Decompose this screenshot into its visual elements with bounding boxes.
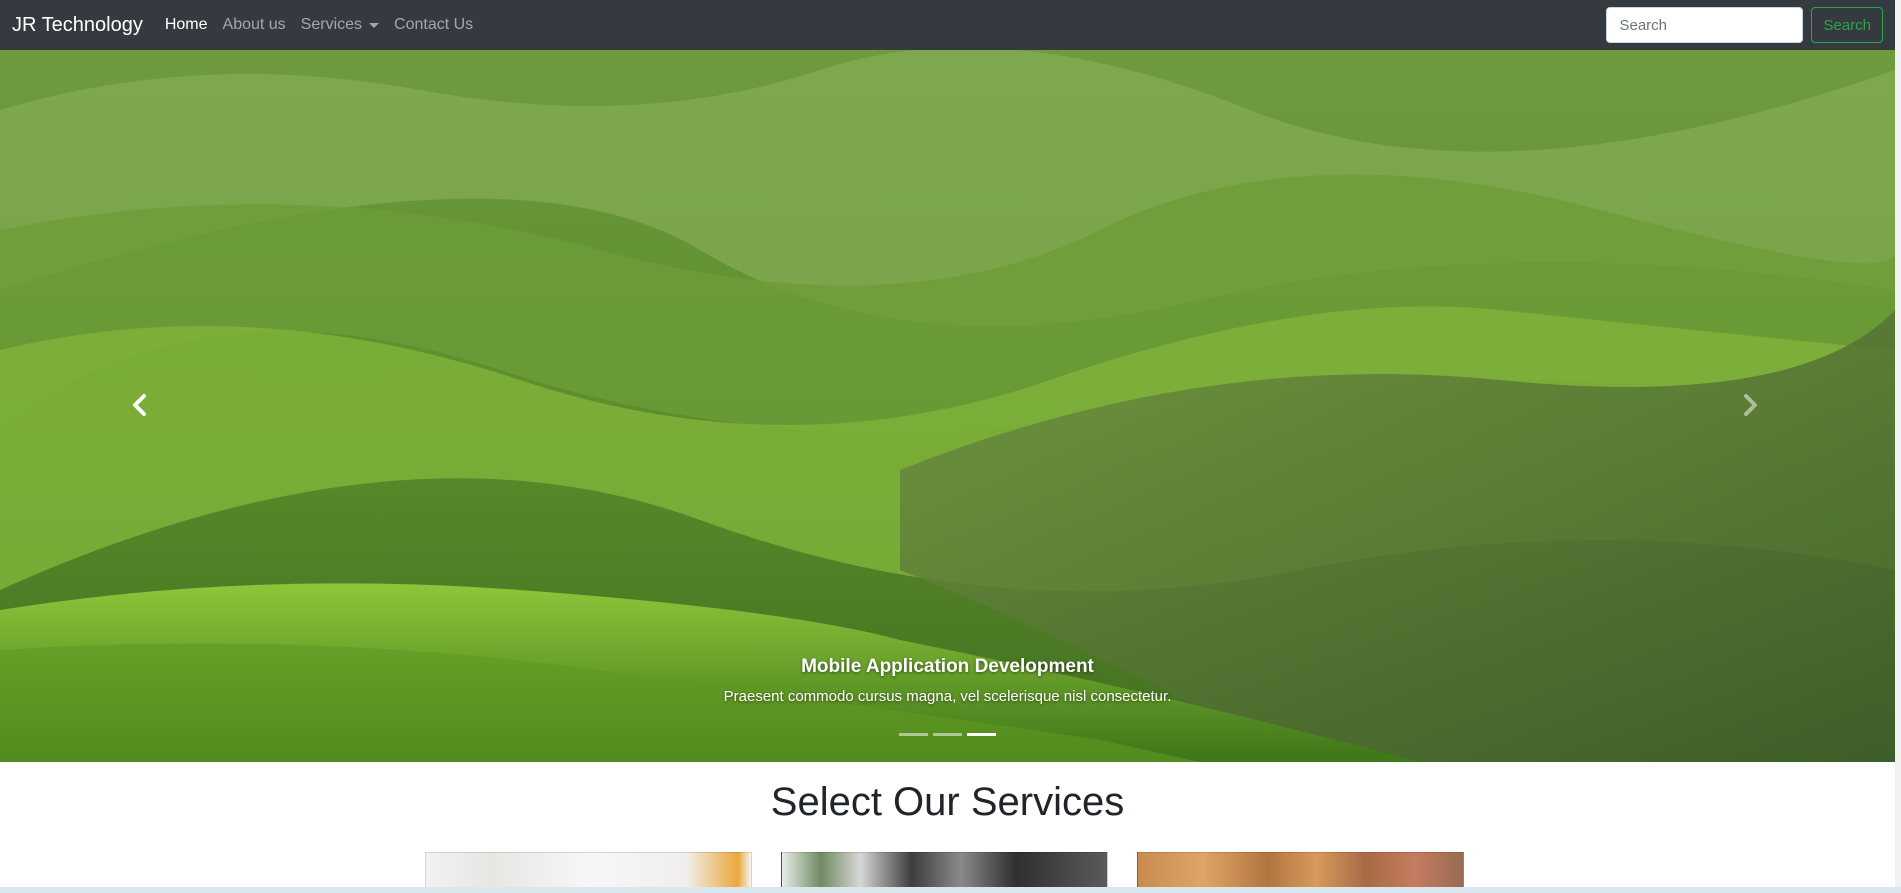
nav-about-us[interactable]: About us bbox=[223, 16, 286, 34]
carousel-indicator-1[interactable] bbox=[899, 733, 928, 736]
hero-carousel: Mobile Application Development Praesent … bbox=[0, 50, 1895, 762]
carousel-prev-icon[interactable] bbox=[125, 390, 155, 420]
caret-down-icon bbox=[369, 22, 380, 28]
bottom-edge-strip bbox=[0, 887, 1901, 893]
top-navbar: JR Technology Home About us Services Con… bbox=[0, 0, 1895, 50]
carousel-next-icon[interactable] bbox=[1735, 390, 1765, 420]
carousel-caption-text: Praesent commodo cursus magna, vel scele… bbox=[723, 688, 1172, 705]
carousel-caption-title: Mobile Application Development bbox=[801, 656, 1094, 677]
carousel-indicator-3[interactable] bbox=[967, 733, 996, 736]
services-heading: Select Our Services bbox=[770, 780, 1125, 824]
search-form: Search bbox=[1606, 7, 1883, 43]
carousel-indicator-2[interactable] bbox=[933, 733, 962, 736]
vertical-scrollbar[interactable] bbox=[1895, 0, 1901, 893]
nav-contact-us[interactable]: Contact Us bbox=[394, 16, 473, 34]
search-input[interactable] bbox=[1606, 7, 1804, 43]
nav-services-dropdown[interactable]: Services bbox=[300, 16, 380, 34]
brand-logo-link[interactable]: JR Technology bbox=[12, 14, 143, 37]
nav-services-label: Services bbox=[300, 16, 363, 33]
carousel-indicators bbox=[0, 733, 1895, 736]
search-button[interactable]: Search bbox=[1811, 7, 1883, 43]
nav-home[interactable]: Home bbox=[165, 16, 208, 34]
